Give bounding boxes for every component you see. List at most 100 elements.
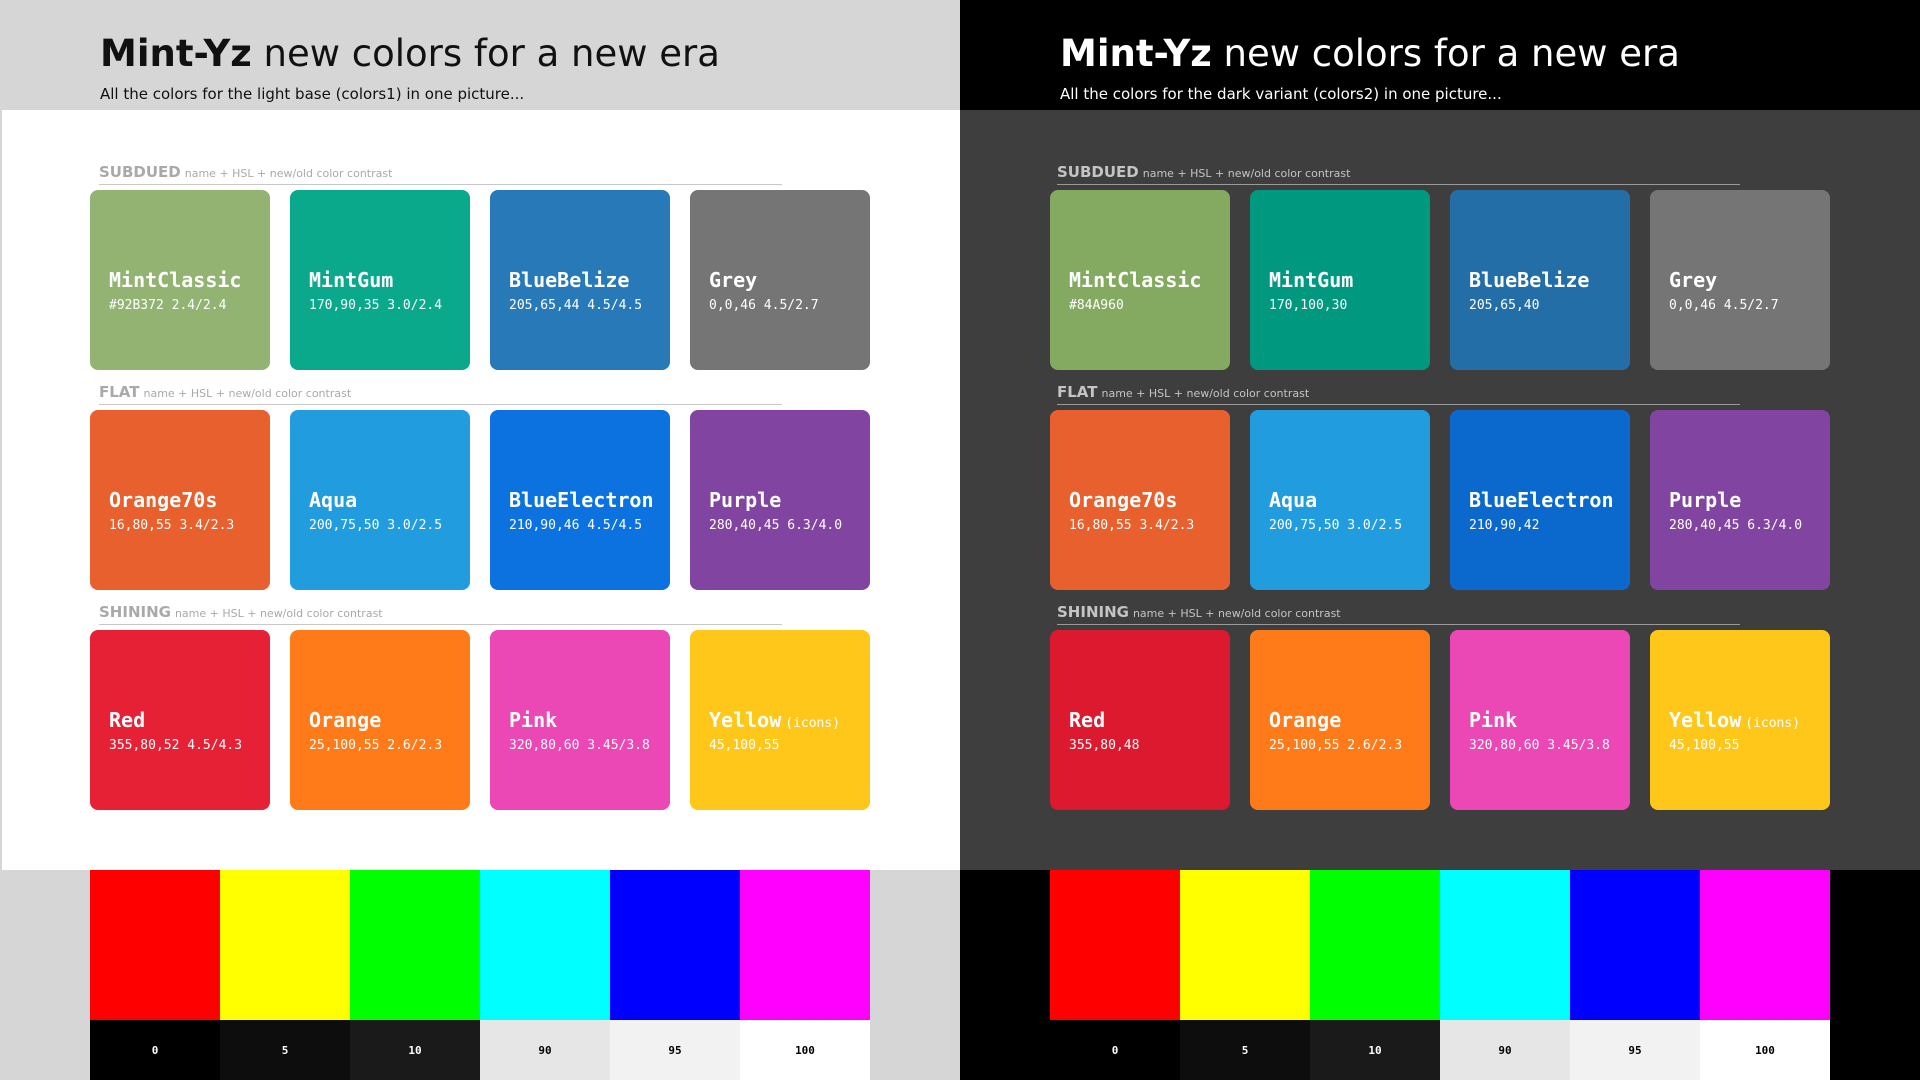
swatch-name: Orange: [309, 708, 382, 732]
swatch-name: MintGum: [1269, 268, 1354, 292]
swatch-name: Aqua: [309, 488, 358, 512]
swatch-values: #92B372 2.4/2.4: [109, 298, 227, 313]
swatch-purple: Purple 280,40,45 6.3/4.0: [690, 410, 870, 590]
swatch-name: Aqua: [1269, 488, 1318, 512]
title-brand: Mint-Yz: [1060, 32, 1212, 75]
swatch-values: 205,65,40: [1469, 298, 1540, 313]
swatch-values: 280,40,45 6.3/4.0: [1669, 518, 1803, 533]
swatch-values: 25,100,55 2.6/2.3: [1269, 738, 1403, 753]
swatch-blueelectron: BlueElectron 210,90,42: [1450, 410, 1630, 590]
swatch-name: Grey: [1669, 268, 1718, 292]
section-name: SUBDUED: [1057, 163, 1139, 181]
section-label-subdued: SUBDUED name + HSL + new/old color contra…: [1057, 162, 1740, 185]
grey-step-90: 90: [1440, 1020, 1570, 1080]
section-name: SHINING: [99, 603, 171, 621]
dark-title: Mint-Yz new colors for a new era: [1060, 30, 1680, 78]
light-panel: Mint-Yz new colors for a new era All the…: [0, 0, 960, 1080]
grey-step-90: 90: [480, 1020, 610, 1080]
swatch-values: 0,0,46 4.5/2.7: [709, 298, 819, 313]
swatch-values: 320,80,60 3.45/3.8: [1469, 738, 1610, 753]
section-desc: name + HSL + new/old color contrast: [174, 607, 383, 620]
swatch-name-text: Yellow: [709, 708, 782, 732]
swatch-name: Red: [1069, 708, 1106, 732]
swatch-values: 170,100,30: [1269, 298, 1348, 313]
swatch-name: MintClassic: [1069, 268, 1202, 292]
dark-header: Mint-Yz new colors for a new era All the…: [960, 0, 1920, 110]
swatch-name: Pink: [509, 708, 558, 732]
bar-red: [1050, 870, 1180, 1020]
swatch-grey: Grey 0,0,46 4.5/2.7: [1650, 190, 1830, 370]
swatch-red: Red 355,80,48: [1050, 630, 1230, 810]
grey-step-10: 10: [350, 1020, 480, 1080]
swatch-pink: Pink 320,80,60 3.45/3.8: [1450, 630, 1630, 810]
grey-step-100: 100: [1700, 1020, 1830, 1080]
swatch-bluebelize: BlueBelize 205,65,44 4.5/4.5: [490, 190, 670, 370]
section-name: FLAT: [99, 383, 140, 401]
swatch-orange70s: Orange70s 16,80,55 3.4/2.3: [1050, 410, 1230, 590]
swatch-name: Purple: [709, 488, 782, 512]
light-palette-area: SUBDUED name + HSL + new/old color contra…: [2, 110, 960, 870]
swatch-values: 280,40,45 6.3/4.0: [709, 518, 843, 533]
bar-magenta: [1700, 870, 1830, 1020]
swatch-name: Purple: [1669, 488, 1742, 512]
section-desc: name + HSL + new/old color contrast: [1101, 387, 1310, 400]
title-rest: new colors for a new era: [263, 32, 720, 75]
swatch-red: Red 355,80,52 4.5/4.3: [90, 630, 270, 810]
swatch-values: 200,75,50 3.0/2.5: [1269, 518, 1403, 533]
bar-green: [1310, 870, 1440, 1020]
title-brand: Mint-Yz: [100, 32, 252, 75]
title-rest: new colors for a new era: [1223, 32, 1680, 75]
swatch-yellow: Yellow (icons) 45,100,55: [690, 630, 870, 810]
swatch-values: #84A960: [1069, 298, 1124, 313]
light-header: Mint-Yz new colors for a new era All the…: [0, 0, 960, 110]
bar-green: [350, 870, 480, 1020]
swatch-name: Red: [109, 708, 146, 732]
grey-step-0: 0: [90, 1020, 220, 1080]
swatch-name: BlueBelize: [509, 268, 630, 292]
section-name: FLAT: [1057, 383, 1098, 401]
section-name: SHINING: [1057, 603, 1129, 621]
swatch-values: 210,90,46 4.5/4.5: [509, 518, 643, 533]
swatch-name: Pink: [1469, 708, 1518, 732]
dark-subtitle: All the colors for the dark variant (col…: [1060, 85, 1502, 103]
swatch-orange70s: Orange70s 16,80,55 3.4/2.3: [90, 410, 270, 590]
swatch-values: 25,100,55 2.6/2.3: [309, 738, 443, 753]
section-desc: name + HSL + new/old color contrast: [1142, 167, 1351, 180]
dark-palette-area: SUBDUED name + HSL + new/old color contra…: [960, 110, 1920, 870]
light-title: Mint-Yz new colors for a new era: [100, 30, 720, 78]
swatch-values: 320,80,60 3.45/3.8: [509, 738, 650, 753]
swatch-blueelectron: BlueElectron 210,90,46 4.5/4.5: [490, 410, 670, 590]
swatch-values: 45,100,55: [709, 738, 780, 753]
swatch-aqua: Aqua 200,75,50 3.0/2.5: [1250, 410, 1430, 590]
swatch-name: MintClassic: [109, 268, 242, 292]
bar-yellow: [220, 870, 350, 1020]
swatch-purple: Purple 280,40,45 6.3/4.0: [1650, 410, 1830, 590]
swatch-aqua: Aqua 200,75,50 3.0/2.5: [290, 410, 470, 590]
light-subtitle: All the colors for the light base (color…: [100, 85, 525, 103]
bar-magenta: [740, 870, 870, 1020]
dark-panel: Mint-Yz new colors for a new era All the…: [960, 0, 1920, 1080]
section-desc: name + HSL + new/old color contrast: [1132, 607, 1341, 620]
section-label-flat: FLAT name + HSL + new/old color contrast: [1057, 382, 1740, 405]
section-label-subdued: SUBDUED name + HSL + new/old color contra…: [99, 162, 782, 185]
swatch-note: (icons): [785, 716, 841, 731]
swatch-name: BlueElectron: [1469, 488, 1614, 512]
swatch-values: 0,0,46 4.5/2.7: [1669, 298, 1779, 313]
swatch-name: BlueElectron: [509, 488, 654, 512]
bar-red: [90, 870, 220, 1020]
swatch-mintgum: MintGum 170,90,35 3.0/2.4: [290, 190, 470, 370]
grey-step-5: 5: [1180, 1020, 1310, 1080]
grey-step-0: 0: [1050, 1020, 1180, 1080]
grey-step-95: 95: [1570, 1020, 1700, 1080]
swatch-values: 205,65,44 4.5/4.5: [509, 298, 643, 313]
swatch-name: Yellow (icons): [1669, 707, 1800, 737]
grey-step-100: 100: [740, 1020, 870, 1080]
swatch-pink: Pink 320,80,60 3.45/3.8: [490, 630, 670, 810]
swatch-name: Orange70s: [109, 488, 218, 512]
swatch-values: 16,80,55 3.4/2.3: [1069, 518, 1195, 533]
light-color-bars: [90, 870, 870, 1020]
dark-grey-scale: 0 5 10 90 95 100: [1050, 1020, 1830, 1080]
swatch-name: Grey: [709, 268, 758, 292]
bar-blue: [610, 870, 740, 1020]
bar-cyan: [480, 870, 610, 1020]
